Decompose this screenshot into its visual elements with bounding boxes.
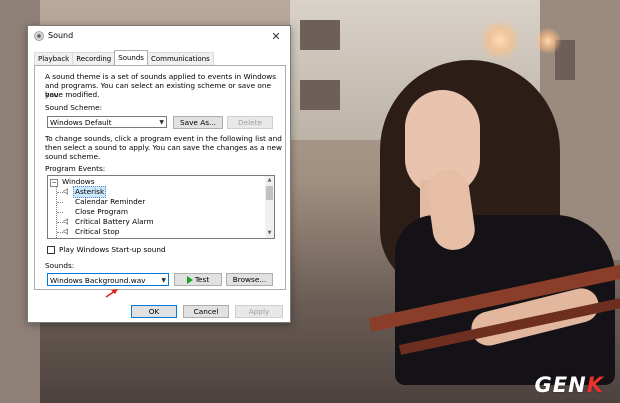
list-item[interactable]: Critical Battery Alarm <box>48 217 263 227</box>
cancel-button[interactable]: Cancel <box>183 305 229 318</box>
speaker-icon <box>63 218 68 225</box>
tab-playback[interactable]: Playback <box>34 52 74 65</box>
test-button-label: Test <box>194 275 210 284</box>
event-label: Calendar Reminder <box>75 197 146 206</box>
startup-sound-checkbox[interactable] <box>47 246 55 254</box>
speaker-icon <box>63 188 68 195</box>
browse-button[interactable]: Browse... <box>226 273 273 286</box>
list-item[interactable]: Close Program <box>48 207 263 217</box>
sound-scheme-dropdown[interactable]: Windows Default ▼ <box>47 116 167 128</box>
speaker-icon <box>34 31 44 41</box>
list-item[interactable]: Calendar Reminder <box>48 197 263 207</box>
tab-communications[interactable]: Communications <box>146 52 214 65</box>
tab-recording[interactable]: Recording <box>72 52 116 65</box>
delete-button[interactable]: Delete <box>227 116 273 129</box>
apply-button[interactable]: Apply <box>235 305 283 318</box>
sounds-label: Sounds: <box>45 261 75 270</box>
wallpaper-window <box>300 20 340 50</box>
help-text-line: sound scheme. <box>45 152 101 161</box>
scrollbar-thumb[interactable] <box>266 186 273 200</box>
startup-sound-label: Play Windows Start-up sound <box>59 245 166 254</box>
annotation-arrow-icon <box>105 289 118 298</box>
chevron-down-icon: ▼ <box>161 277 166 284</box>
sound-file-dropdown[interactable]: Windows Background.wav ▼ <box>47 273 169 286</box>
scroll-up-icon[interactable]: ▲ <box>265 176 274 185</box>
watermark-logo: GENK <box>534 373 604 397</box>
sound-dialog: Sound ✕ Playback Recording Sounds Commun… <box>27 25 291 323</box>
help-text-line: then select a sound to apply. You can sa… <box>45 143 282 152</box>
window-title: Sound <box>48 31 74 40</box>
list-item[interactable]: Critical Stop <box>48 227 263 237</box>
intro-text-line: have modified. <box>45 90 100 99</box>
save-as-button[interactable]: Save As... <box>173 116 223 129</box>
scroll-down-icon[interactable]: ▼ <box>265 229 274 238</box>
program-events-list[interactable]: − Windows Asterisk Calendar Reminder Clo… <box>47 175 275 239</box>
program-events-label: Program Events: <box>45 164 106 173</box>
help-text-line: To change sounds, click a program event … <box>45 134 282 143</box>
speaker-icon <box>63 228 68 235</box>
close-button[interactable]: ✕ <box>262 26 290 46</box>
sound-scheme-label: Sound Scheme: <box>45 103 103 112</box>
ok-button[interactable]: OK <box>131 305 177 318</box>
events-scrollbar[interactable]: ▲ ▼ <box>265 176 274 238</box>
event-label: Critical Stop <box>75 227 120 236</box>
event-label: Close Program <box>75 207 128 216</box>
sounds-panel: A sound theme is a set of sounds applied… <box>34 65 286 290</box>
title-bar[interactable]: Sound ✕ <box>28 26 290 46</box>
wallpaper-lamp <box>480 20 520 60</box>
tree-connector <box>57 212 63 213</box>
tree-connector <box>57 202 63 203</box>
wallpaper-window <box>300 80 340 110</box>
close-icon: ✕ <box>271 29 281 43</box>
sound-file-value: Windows Background.wav <box>50 276 146 285</box>
tab-sounds[interactable]: Sounds <box>114 50 148 65</box>
sound-scheme-value: Windows Default <box>50 118 112 127</box>
chevron-down-icon: ▼ <box>159 119 164 126</box>
wallpaper-lamp <box>535 28 561 54</box>
test-button[interactable]: Test <box>174 273 222 286</box>
list-item[interactable]: Asterisk <box>48 186 263 198</box>
intro-text-line: A sound theme is a set of sounds applied… <box>45 72 277 81</box>
event-label: Critical Battery Alarm <box>75 217 154 226</box>
tab-strip: Playback Recording Sounds Communications <box>34 50 214 65</box>
play-icon <box>186 275 193 284</box>
